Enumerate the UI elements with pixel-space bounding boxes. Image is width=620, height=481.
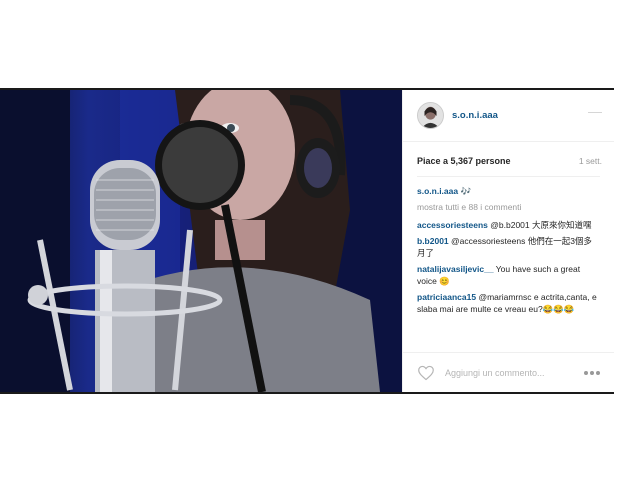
post-username[interactable]: s.o.n.i.aaa	[452, 110, 498, 121]
more-options-icon[interactable]	[584, 370, 600, 375]
comment-text: @b.b2001 大原來你知道嘿	[490, 220, 592, 230]
post-header: s.o.n.i.aaa	[403, 90, 614, 142]
likes-count[interactable]: Piace a 5,367 persone	[417, 156, 511, 166]
caption-text: 🎶	[460, 186, 472, 196]
avatar[interactable]	[417, 102, 444, 129]
caption: s.o.n.i.aaa 🎶	[417, 185, 600, 197]
add-comment-input[interactable]: Aggiungi un commento...	[445, 368, 584, 378]
view-all-comments-link[interactable]: mostra tutti e 88 i commenti	[417, 201, 600, 213]
comment-item: patriciaanca15 @mariamrnsc e actrita,can…	[417, 291, 600, 315]
caption-author[interactable]: s.o.n.i.aaa	[417, 186, 458, 196]
comment-author[interactable]: accessoriesteens	[417, 220, 488, 230]
dot	[584, 370, 588, 375]
header-divider-line	[588, 112, 602, 113]
avatar-photo	[418, 103, 443, 128]
post-photo[interactable]	[0, 90, 402, 392]
likes-row: Piace a 5,367 persone 1 sett.	[403, 142, 614, 166]
dot	[590, 370, 594, 375]
heart-icon[interactable]	[417, 365, 435, 381]
post-time[interactable]: 1 sett.	[579, 156, 602, 166]
comment-author[interactable]: patriciaanca15	[417, 292, 476, 302]
comment-author[interactable]: b.b2001	[417, 236, 449, 246]
comment-bar: Aggiungi un commento...	[403, 352, 614, 392]
comment-item: natalijavasiljevic__ You have such a gre…	[417, 263, 600, 287]
comment-item: b.b2001 @accessoriesteens 他們在一起3個多月了	[417, 235, 600, 259]
comment-author[interactable]: natalijavasiljevic__	[417, 264, 494, 274]
post-sidebar: s.o.n.i.aaa Piace a 5,367 persone 1 sett…	[402, 90, 614, 392]
instagram-post: s.o.n.i.aaa Piace a 5,367 persone 1 sett…	[0, 88, 614, 394]
studio-photo-illustration	[0, 90, 402, 392]
dot	[596, 370, 600, 375]
comment-item: accessoriesteens @b.b2001 大原來你知道嘿	[417, 219, 600, 231]
comments-list: s.o.n.i.aaa 🎶 mostra tutti e 88 i commen…	[403, 177, 614, 315]
